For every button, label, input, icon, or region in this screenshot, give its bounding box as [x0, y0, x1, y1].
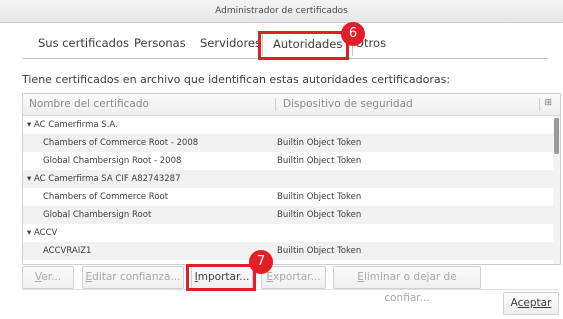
cert-device: Builtin Object Token [277, 246, 362, 256]
column-picker-icon[interactable]: ⊞ [544, 98, 552, 108]
cert-device: Builtin Object Token [277, 138, 362, 148]
cert-name: Chambers of Commerce Root [43, 192, 169, 202]
cert-name: ACCVRAIZ1 [43, 246, 92, 256]
table-row-group[interactable]: ▾ AC Camerfirma S.A. [23, 116, 553, 134]
table-header: Nombre del certificado Dispositivo de se… [23, 94, 560, 116]
delete-distrust-label: liminar o dejar de confiar... [363, 271, 457, 304]
window-title: Administrador de certificados [215, 6, 348, 16]
table-row-group[interactable]: ▾ ACCV [23, 224, 553, 242]
cert-group-name: ▾ AC Camerfirma SA CIF A82743287 [27, 174, 181, 184]
cert-name: Global Chambersign Root [43, 210, 152, 220]
scrollbar-thumb[interactable] [554, 118, 559, 154]
tab-sus-certificados[interactable]: Sus certificados [38, 36, 129, 50]
accept-label-rest: ceptar [517, 297, 552, 309]
column-header-device[interactable]: Dispositivo de seguridad [283, 98, 413, 110]
delete-distrust-mnemonic: E [357, 271, 364, 283]
table-row[interactable]: Global Chambersign Root Builtin Object T… [23, 206, 553, 224]
table-row[interactable]: Chambers of Commerce Root Builtin Object… [23, 188, 553, 206]
tab-servidores[interactable]: Servidores [200, 36, 261, 50]
callout-frame-autoridades [258, 31, 349, 60]
export-button[interactable]: Exportar... [261, 266, 326, 289]
table-row[interactable]: Chambers of Commerce Root - 2008 Builtin… [23, 134, 553, 152]
table-row[interactable]: Global Chambersign Root - 2008 Builtin O… [23, 152, 553, 170]
callout-frame-importar [186, 264, 256, 291]
table-row[interactable]: ACCVRAIZ1 Builtin Object Token [23, 242, 553, 260]
certificate-table[interactable]: Nombre del certificado Dispositivo de se… [22, 93, 561, 265]
cert-name: Chambers of Commerce Root - 2008 [43, 138, 199, 148]
footer-divider [22, 289, 559, 290]
delete-distrust-button[interactable]: Eliminar o dejar de confiar... [333, 266, 481, 304]
export-label: xportar... [273, 271, 321, 283]
column-header-name[interactable]: Nombre del certificado [29, 98, 149, 110]
callout-badge-7: 7 [249, 250, 273, 274]
callout-badge-6: 6 [341, 22, 365, 46]
cert-device: Builtin Object Token [277, 192, 362, 202]
accept-button[interactable]: Aceptar [503, 292, 559, 315]
column-separator[interactable] [539, 98, 540, 111]
cert-name: Global Chambersign Root - 2008 [43, 156, 182, 166]
description-text: Tiene certificados en archivo que identi… [22, 73, 451, 86]
table-row-group[interactable]: ▾ AC Camerfirma SA CIF A82743287 [23, 170, 553, 188]
edit-trust-label: ditar confianza... [92, 271, 181, 283]
edit-trust-button[interactable]: Editar confianza... [82, 266, 184, 289]
accept-label-first: A [510, 297, 518, 309]
column-separator[interactable] [275, 98, 276, 111]
window-titlebar: Administrador de certificados [0, 0, 563, 23]
tab-personas[interactable]: Personas [134, 36, 186, 50]
view-button[interactable]: Ver... [22, 266, 74, 289]
cert-device: Builtin Object Token [277, 156, 362, 166]
cert-group-name: ▾ AC Camerfirma S.A. [27, 120, 118, 130]
cert-device: Builtin Object Token [277, 210, 362, 220]
cert-group-name: ▾ ACCV [27, 228, 58, 238]
view-label: er... [41, 271, 62, 283]
